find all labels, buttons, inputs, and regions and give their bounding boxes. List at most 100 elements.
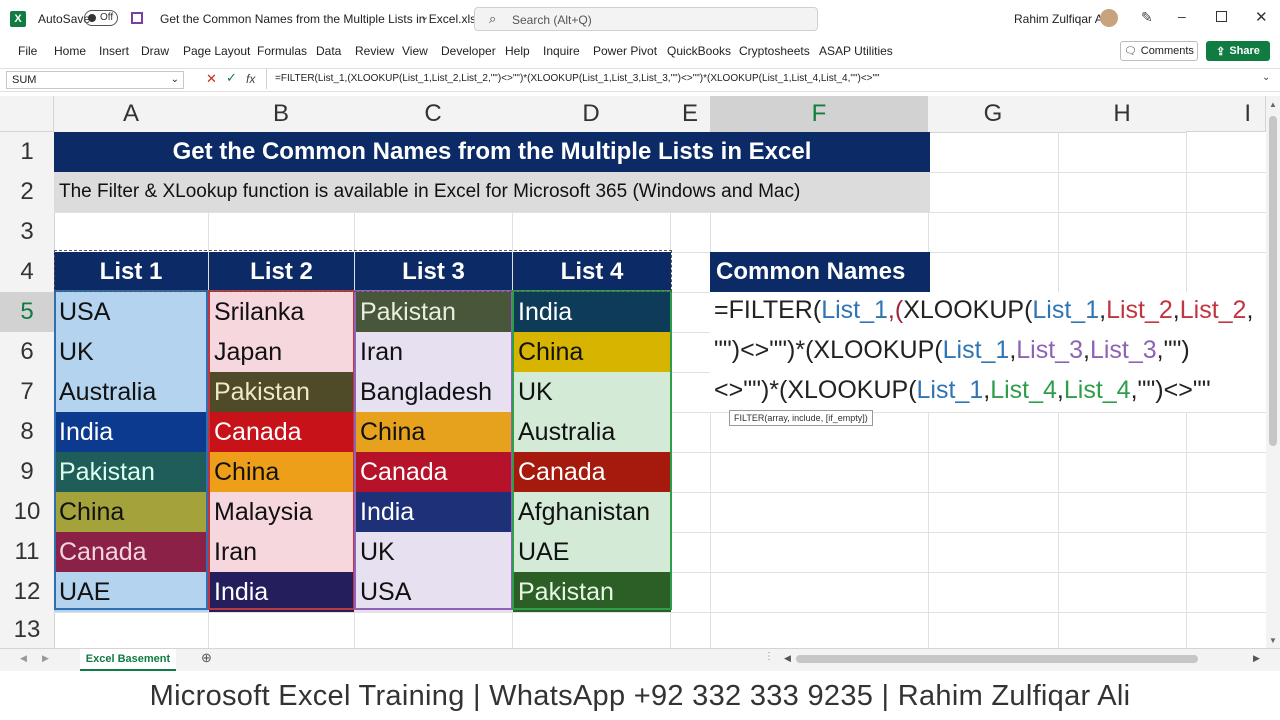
list4-cell[interactable]: UK — [513, 372, 671, 412]
list4-cell[interactable]: UAE — [513, 532, 671, 572]
list2-cell[interactable]: China — [209, 452, 354, 492]
row-header-11[interactable]: 11 — [0, 532, 55, 573]
tab-formulas[interactable]: Formulas — [257, 44, 307, 58]
list3-cell[interactable]: Canada — [355, 452, 512, 492]
column-header-d[interactable]: D — [512, 96, 671, 133]
share-button[interactable]: ⇪ Share — [1206, 41, 1270, 61]
list4-cell[interactable]: Australia — [513, 412, 671, 452]
next-sheet-icon[interactable]: ▶ — [42, 653, 49, 664]
list-header-3[interactable]: List 3 — [355, 252, 512, 292]
row-header-6[interactable]: 6 — [0, 332, 55, 373]
tab-inquire[interactable]: Inquire — [543, 44, 580, 58]
row-header-5[interactable]: 5 — [0, 292, 56, 333]
active-cell-editor[interactable]: =FILTER(List_1,(XLOOKUP(List_1,List_2,Li… — [710, 292, 1266, 412]
list3-cell[interactable]: Bangladesh — [355, 372, 512, 412]
column-header-c[interactable]: C — [354, 96, 513, 133]
list2-cell[interactable]: Japan — [209, 332, 354, 372]
tab-draw[interactable]: Draw — [141, 44, 169, 58]
column-header-h[interactable]: H — [1058, 96, 1187, 133]
save-icon[interactable] — [131, 12, 143, 24]
function-tooltip[interactable]: FILTER(array, include, [if_empty]) — [729, 410, 873, 426]
list4-cell[interactable]: India — [513, 292, 671, 332]
tab-asap-utilities[interactable]: ASAP Utilities — [819, 44, 893, 58]
tab-cryptosheets[interactable]: Cryptosheets — [739, 44, 810, 58]
close-icon[interactable]: ✕ — [1255, 8, 1268, 26]
scroll-thumb[interactable] — [1269, 116, 1277, 446]
list3-cell[interactable]: UK — [355, 532, 512, 572]
scroll-up-icon[interactable]: ▲ — [1269, 100, 1277, 109]
list1-cell[interactable]: USA — [54, 292, 208, 332]
chevron-down-icon[interactable]: ⌄ — [1262, 72, 1270, 83]
list2-cell[interactable]: Malaysia — [209, 492, 354, 532]
avatar[interactable] — [1100, 9, 1118, 27]
row-header-9[interactable]: 9 — [0, 452, 55, 493]
column-header-f[interactable]: F — [710, 96, 929, 134]
row-header-10[interactable]: 10 — [0, 492, 55, 533]
list3-cell[interactable]: Iran — [355, 332, 512, 372]
list3-cell[interactable]: Pakistan — [355, 292, 512, 332]
column-header-g[interactable]: G — [928, 96, 1059, 133]
sheet-tab-excel-basement[interactable]: Excel Basement — [80, 649, 176, 671]
list1-cell[interactable]: UAE — [54, 572, 208, 612]
list1-cell[interactable]: Pakistan — [54, 452, 208, 492]
pen-icon[interactable]: ✎ — [1141, 9, 1153, 26]
row-header-4[interactable]: 4 — [0, 252, 55, 293]
name-box[interactable]: SUM ⌄ — [6, 71, 184, 89]
file-name[interactable]: Get the Common Names from the Multiple L… — [160, 12, 482, 26]
prev-sheet-icon[interactable]: ◀ — [20, 653, 27, 664]
row-header-7[interactable]: 7 — [0, 372, 55, 413]
tab-developer[interactable]: Developer — [441, 44, 496, 58]
user-name[interactable]: Rahim Zulfiqar Ali — [1014, 12, 1108, 26]
row-header-3[interactable]: 3 — [0, 212, 55, 253]
list2-cell[interactable]: Pakistan — [209, 372, 354, 412]
autosave-toggle[interactable]: Off — [84, 10, 118, 26]
restore-icon[interactable] — [1216, 11, 1227, 22]
tab-quickbooks[interactable]: QuickBooks — [667, 44, 731, 58]
minimize-icon[interactable]: – — [1178, 8, 1186, 24]
tab-power-pivot[interactable]: Power Pivot — [593, 44, 657, 58]
formula-input[interactable]: =FILTER(List_1,(XLOOKUP(List_1,List_2,Li… — [266, 69, 1265, 89]
search-box[interactable]: ⌕ Search (Alt+Q) — [474, 7, 818, 31]
list1-cell[interactable]: Canada — [54, 532, 208, 572]
enter-icon[interactable]: ✓ — [226, 70, 237, 86]
row-header-12[interactable]: 12 — [0, 572, 55, 613]
list4-cell[interactable]: Afghanistan — [513, 492, 671, 532]
sheet-title[interactable]: Get the Common Names from the Multiple L… — [54, 132, 930, 172]
tab-splitter-icon[interactable]: ⋮ — [764, 651, 774, 662]
tab-review[interactable]: Review — [355, 44, 394, 58]
list-header-1[interactable]: List 1 — [54, 252, 208, 292]
list1-cell[interactable]: UK — [54, 332, 208, 372]
list4-cell[interactable]: Canada — [513, 452, 671, 492]
list1-cell[interactable]: China — [54, 492, 208, 532]
list3-cell[interactable]: USA — [355, 572, 512, 612]
insert-function-icon[interactable]: fx — [246, 72, 255, 86]
comments-button[interactable]: 🗨 Comments — [1120, 41, 1198, 61]
scroll-left-icon[interactable]: ◀ — [784, 653, 791, 664]
row-header-8[interactable]: 8 — [0, 412, 55, 453]
common-names-header[interactable]: Common Names — [710, 252, 930, 292]
chevron-down-icon[interactable]: ⌄ — [420, 10, 429, 23]
select-all-corner[interactable] — [0, 96, 54, 132]
sheet-subtitle[interactable]: The Filter & XLookup function is availab… — [54, 172, 930, 212]
list3-cell[interactable]: India — [355, 492, 512, 532]
tab-data[interactable]: Data — [316, 44, 341, 58]
list4-cell[interactable]: China — [513, 332, 671, 372]
list-header-2[interactable]: List 2 — [209, 252, 354, 292]
tab-file[interactable]: File — [18, 44, 37, 58]
list2-cell[interactable]: Iran — [209, 532, 354, 572]
tab-page-layout[interactable]: Page Layout — [183, 44, 250, 58]
list2-cell[interactable]: India — [209, 572, 354, 612]
horizontal-scrollbar[interactable] — [796, 655, 1198, 663]
scroll-down-icon[interactable]: ▼ — [1269, 636, 1277, 645]
cancel-icon[interactable]: ✕ — [206, 71, 217, 87]
vertical-scrollbar[interactable]: ▲ ▼ — [1266, 96, 1280, 648]
list1-cell[interactable]: India — [54, 412, 208, 452]
row-header-13[interactable]: 13 — [0, 612, 55, 649]
add-sheet-icon[interactable]: ⊕ — [201, 650, 212, 666]
column-header-e[interactable]: E — [670, 96, 711, 133]
scroll-right-icon[interactable]: ▶ — [1253, 653, 1260, 664]
list1-cell[interactable]: Australia — [54, 372, 208, 412]
tab-help[interactable]: Help — [505, 44, 530, 58]
column-header-a[interactable]: A — [54, 96, 209, 133]
list2-cell[interactable]: Canada — [209, 412, 354, 452]
